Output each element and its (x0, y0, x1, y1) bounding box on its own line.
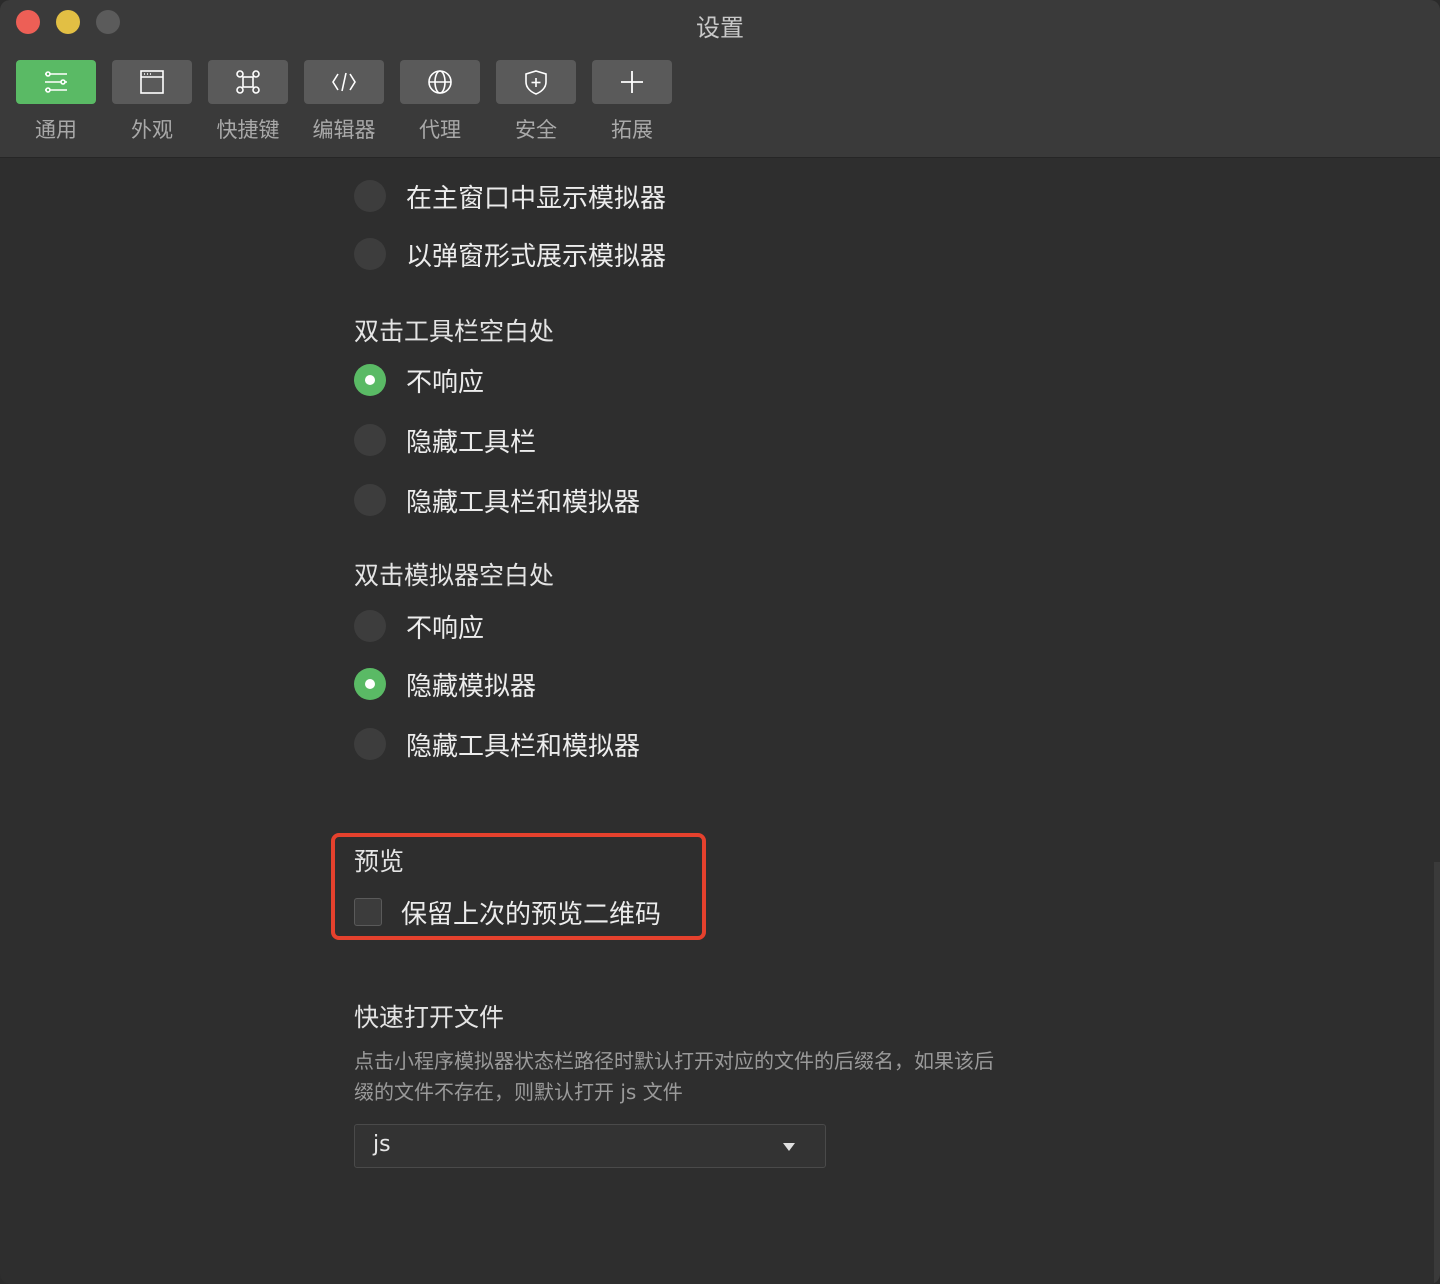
radio-toolbar-hide-toolbar[interactable]: 隐藏工具栏 (354, 423, 537, 458)
radio-show-as-popup[interactable]: 以弹窗形式展示模拟器 (354, 237, 667, 272)
option-label: 隐藏工具栏 (406, 427, 537, 458)
radio-button[interactable] (354, 668, 386, 700)
option-label: 隐藏工具栏和模拟器 (406, 487, 641, 518)
checkbox[interactable] (354, 898, 382, 926)
option-label: 不响应 (406, 367, 485, 398)
settings-window: 设置 通用 外观 快捷键 编辑器 代理 安全 拓展 在主窗口中显示模拟器 以弹窗… (0, 0, 1440, 1284)
settings-toolbar: 通用 外观 快捷键 编辑器 代理 安全 拓展 (0, 44, 1440, 158)
radio-button[interactable] (354, 238, 386, 270)
radio-show-in-main-window[interactable]: 在主窗口中显示模拟器 (354, 179, 667, 214)
radio-button[interactable] (354, 424, 386, 456)
radio-button[interactable] (354, 364, 386, 396)
plus-icon (621, 71, 643, 93)
option-label: 在主窗口中显示模拟器 (406, 183, 667, 214)
code-icon (332, 72, 356, 92)
quick-open-title: 快速打开文件 (354, 1003, 505, 1032)
keep-last-preview-qrcode-checkbox[interactable]: 保留上次的预览二维码 (354, 894, 661, 930)
command-key-icon (236, 70, 260, 94)
tab-editor[interactable]: 编辑器 (304, 60, 384, 144)
tab-label: 编辑器 (312, 118, 376, 142)
radio-simulator-no-response[interactable]: 不响应 (354, 609, 485, 644)
radio-simulator-hide-simulator[interactable]: 隐藏模拟器 (354, 667, 537, 702)
shield-icon (525, 70, 547, 95)
radio-simulator-hide-toolbar-and-simulator[interactable]: 隐藏工具栏和模拟器 (354, 727, 641, 762)
radio-button[interactable] (354, 728, 386, 760)
toolbar-doubleclick-title: 双击工具栏空白处 (354, 317, 555, 346)
simulator-doubleclick-title: 双击模拟器空白处 (354, 561, 555, 590)
tab-proxy[interactable]: 代理 (400, 60, 480, 144)
radio-button[interactable] (354, 610, 386, 642)
tab-security[interactable]: 安全 (496, 60, 576, 144)
tab-label: 安全 (515, 118, 557, 142)
sliders-icon (45, 71, 67, 93)
select-value: js (373, 1132, 391, 1157)
tab-label: 拓展 (611, 118, 653, 142)
title-bar: 设置 (0, 0, 1440, 44)
window-icon (140, 70, 164, 94)
tab-appearance[interactable]: 外观 (112, 60, 192, 144)
radio-button[interactable] (354, 484, 386, 516)
settings-content: 在主窗口中显示模拟器 以弹窗形式展示模拟器 双击工具栏空白处 不响应 隐藏工具栏… (0, 158, 1440, 1284)
option-label: 隐藏工具栏和模拟器 (406, 731, 641, 762)
option-label: 隐藏模拟器 (406, 671, 537, 702)
preview-title: 预览 (354, 847, 405, 876)
radio-toolbar-no-response[interactable]: 不响应 (354, 363, 485, 398)
file-extension-select[interactable]: js (354, 1124, 826, 1168)
quick-open-description: 点击小程序模拟器状态栏路径时默认打开对应的文件的后缀名，如果该后缀的文件不存在，… (354, 1049, 994, 1104)
radio-button[interactable] (354, 180, 386, 212)
option-label: 以弹窗形式展示模拟器 (406, 241, 667, 272)
radio-toolbar-hide-toolbar-and-simulator[interactable]: 隐藏工具栏和模拟器 (354, 483, 641, 518)
tab-general[interactable]: 通用 (16, 60, 96, 144)
checkbox-label: 保留上次的预览二维码 (401, 899, 662, 930)
option-label: 不响应 (406, 613, 485, 644)
scrollbar[interactable] (1434, 862, 1440, 1284)
tab-extensions[interactable]: 拓展 (592, 60, 672, 144)
globe-icon (428, 70, 452, 94)
tab-shortcuts[interactable]: 快捷键 (208, 60, 288, 144)
tab-label: 代理 (419, 118, 461, 142)
caret-down-icon (783, 1143, 795, 1151)
tab-label: 快捷键 (216, 118, 280, 142)
window-title: 设置 (696, 14, 744, 42)
tab-label: 外观 (131, 118, 173, 142)
tab-label: 通用 (35, 118, 77, 142)
